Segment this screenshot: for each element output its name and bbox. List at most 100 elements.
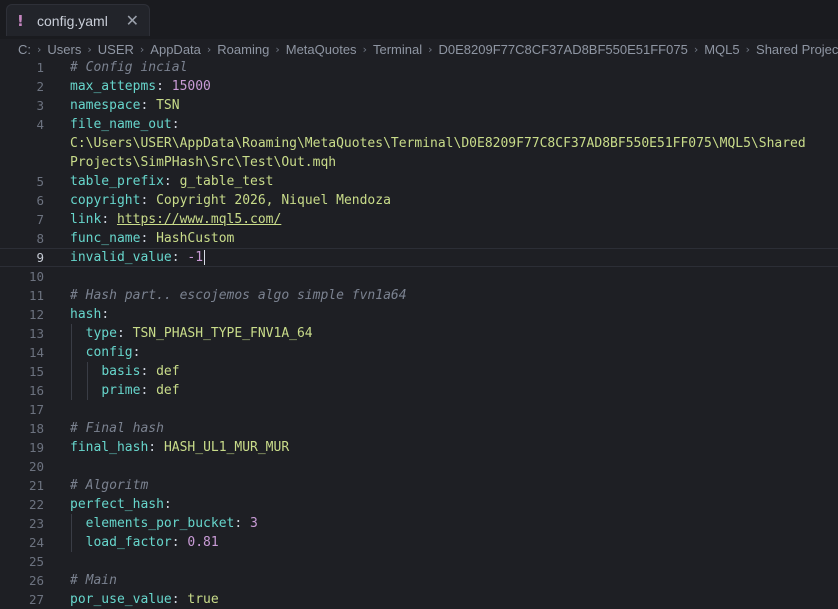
token-key: elements_por_bucket [86, 516, 235, 531]
breadcrumb-item[interactable]: D0E8209F77C8CF37AD8BF550E51FF075 [439, 42, 688, 57]
code-line[interactable]: 22 perfect_hash: [0, 495, 838, 514]
breadcrumb-item[interactable]: C: [18, 42, 31, 57]
code-text: copyright: Copyright 2026, Niquel Mendoz… [70, 191, 391, 210]
code-line[interactable]: 15basis: def [0, 362, 838, 381]
token-punct: : [140, 364, 156, 379]
token-cmt: # Final hash [70, 421, 164, 436]
code-line[interactable]: 20 [0, 457, 838, 476]
code-line[interactable]: C:\Users\USER\AppData\Roaming\MetaQuotes… [0, 134, 838, 153]
code-line[interactable]: 26# Main [0, 571, 838, 590]
token-str: HashCustom [156, 231, 234, 246]
token-punct: : [156, 79, 172, 94]
line-number: 11 [0, 286, 44, 305]
line-number: 20 [0, 457, 44, 476]
token-num: -1 [187, 250, 203, 265]
breadcrumb-item[interactable]: AppData [150, 42, 201, 57]
token-cmt: # Main [70, 573, 117, 588]
token-num: 0.81 [187, 535, 218, 550]
breadcrumb-item[interactable]: Terminal [373, 42, 422, 57]
breadcrumb-item[interactable]: Shared Projects [756, 42, 838, 57]
code-line[interactable]: 4file_name_out: [0, 115, 838, 134]
code-text: perfect_hash: [70, 495, 172, 514]
token-key: table_prefix [70, 174, 164, 189]
code-line[interactable]: 7link: https://www.mql5.com/ [0, 210, 838, 229]
code-text: final_hash: HASH_UL1_MUR_MUR [70, 438, 289, 457]
line-number: 22 [0, 495, 44, 514]
tab-config-yaml[interactable]: ! config.yaml ✕ [6, 4, 150, 36]
token-key: config [86, 345, 133, 360]
line-number: 2 [0, 77, 44, 96]
code-line[interactable]: 18 # Final hash [0, 419, 838, 438]
token-key: prime [101, 383, 140, 398]
code-line[interactable]: 25 [0, 552, 838, 571]
code-text: invalid_value: -1 [70, 248, 205, 267]
token-key: hash [70, 307, 101, 322]
code-line[interactable]: 24load_factor: 0.81 [0, 533, 838, 552]
chevron-right-icon: › [87, 43, 91, 56]
line-number: 25 [0, 552, 44, 571]
token-key: copyright [70, 193, 140, 208]
close-icon[interactable]: ✕ [126, 11, 139, 30]
line-number: 9 [0, 248, 44, 267]
code-editor[interactable]: 1# Config incial2max_attepms: 150003name… [0, 58, 838, 600]
code-text: # Algoritm [70, 476, 148, 495]
code-line[interactable]: 19final_hash: HASH_UL1_MUR_MUR [0, 438, 838, 457]
token-link[interactable]: https://www.mql5.com/ [117, 212, 281, 227]
token-punct: : [148, 440, 164, 455]
token-key: func_name [70, 231, 140, 246]
token-punct: : [164, 174, 180, 189]
code-line[interactable]: 5table_prefix: g_table_test [0, 172, 838, 191]
token-cmt: # Hash part.. escojemos algo simple fvn1… [70, 288, 407, 303]
code-line[interactable]: 1# Config incial [0, 58, 838, 77]
code-line[interactable]: 21# Algoritm [0, 476, 838, 495]
code-text: namespace: TSN [70, 96, 180, 115]
token-key: perfect_hash [70, 497, 164, 512]
chevron-right-icon: › [363, 43, 367, 56]
code-line[interactable]: 9 invalid_value: -1 [0, 248, 838, 267]
line-number: 6 [0, 191, 44, 210]
code-text: # Main [70, 571, 117, 590]
token-str: TSN [156, 98, 179, 113]
code-line[interactable]: 2max_attepms: 15000 [0, 77, 838, 96]
code-line[interactable]: 8func_name: HashCustom [0, 229, 838, 248]
code-line[interactable]: 12 hash: [0, 305, 838, 324]
token-punct: : [140, 383, 156, 398]
tab-bar: ! config.yaml ✕ [0, 0, 838, 39]
breadcrumb-item[interactable]: MQL5 [704, 42, 739, 57]
code-line[interactable]: 14config: [0, 343, 838, 362]
token-punct: : [101, 307, 109, 322]
token-punct: : [140, 98, 156, 113]
line-number: 10 [0, 267, 44, 286]
line-number: 12 [0, 305, 44, 324]
code-line[interactable]: 16prime: def [0, 381, 838, 400]
indent-guide [71, 343, 72, 362]
code-text: elements_por_bucket: 3 [86, 514, 258, 533]
breadcrumb-item[interactable]: USER [98, 42, 134, 57]
code-line[interactable]: 13type: TSN_PHASH_TYPE_FNV1A_64 [0, 324, 838, 343]
line-number: 13 [0, 324, 44, 343]
code-line[interactable]: 6 copyright: Copyright 2026, Niquel Mendo… [0, 191, 838, 210]
code-line[interactable]: Projects\SimPHash\Src\Test\Out.mqh [0, 153, 838, 172]
token-cmt: # Algoritm [70, 478, 148, 493]
code-line[interactable]: 23elements_por_bucket: 3 [0, 514, 838, 533]
breadcrumb-item[interactable]: Users [47, 42, 81, 57]
token-punct: : [164, 497, 172, 512]
code-line[interactable]: 3namespace: TSN [0, 96, 838, 115]
code-line[interactable]: 10 [0, 267, 838, 286]
line-number: 17 [0, 400, 44, 419]
indent-guide [71, 362, 72, 381]
token-key: basis [101, 364, 140, 379]
breadcrumb-item[interactable]: MetaQuotes [286, 42, 357, 57]
line-number: 4 [0, 115, 44, 134]
line-number: 18 [0, 419, 44, 438]
token-punct: : [117, 326, 133, 341]
token-num: 15000 [172, 79, 211, 94]
code-text: config: [86, 343, 141, 362]
breadcrumb-item[interactable]: Roaming [217, 42, 269, 57]
breadcrumb: C:›Users›USER›AppData›Roaming›MetaQuotes… [0, 39, 838, 59]
token-punct: : [133, 345, 141, 360]
code-line[interactable]: 17 [0, 400, 838, 419]
code-text: load_factor: 0.81 [86, 533, 219, 552]
chevron-right-icon: › [746, 43, 750, 56]
code-line[interactable]: 11 # Hash part.. escojemos algo simple fv… [0, 286, 838, 305]
